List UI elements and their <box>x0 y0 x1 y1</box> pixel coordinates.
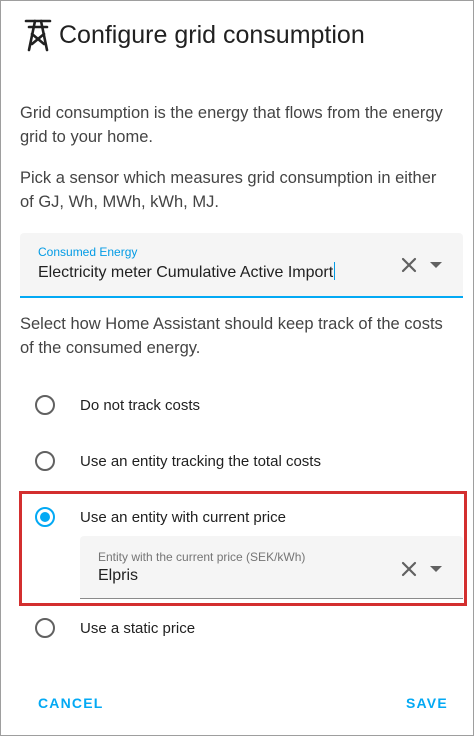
sensor-hint-text: Pick a sensor which measures grid consum… <box>20 169 437 211</box>
clear-icon[interactable] <box>399 559 419 579</box>
clear-icon[interactable] <box>399 255 419 275</box>
transmission-tower-icon <box>24 19 52 52</box>
cancel-button[interactable]: CANCEL <box>38 695 104 711</box>
radio-option-no-costs[interactable]: Do not track costs <box>35 391 200 419</box>
current-price-entity-field[interactable]: Entity with the current price (SEK/kWh) … <box>80 536 463 599</box>
radio-label: Use a static price <box>80 619 196 637</box>
radio-label: Do not track costs <box>80 396 201 414</box>
text-caret <box>334 262 336 280</box>
radio-label: Use an entity with current price <box>80 508 286 526</box>
dialog: Configure grid consumption Grid consumpt… <box>0 0 474 736</box>
cost-hint-text: Select how Home Assistant should keep tr… <box>20 315 443 357</box>
radio-button[interactable] <box>35 618 55 638</box>
dialog-header: Configure grid consumption <box>23 15 365 55</box>
current-price-entity-value[interactable]: Elpris <box>98 567 138 585</box>
current-price-entity-label: Entity with the current price (SEK/kWh) <box>98 550 306 564</box>
radio-option-static-price[interactable]: Use a static price <box>35 614 195 642</box>
save-button[interactable]: SAVE <box>406 695 448 711</box>
chevron-down-icon[interactable] <box>429 261 443 269</box>
radio-option-total-costs-entity[interactable]: Use an entity tracking the total costs <box>35 447 321 475</box>
radio-option-current-price-entity[interactable]: Use an entity with current price <box>35 503 286 531</box>
chevron-down-icon[interactable] <box>429 565 443 573</box>
dialog-title: Configure grid consumption <box>59 20 365 49</box>
intro-text: Grid consumption is the energy that flow… <box>20 104 443 146</box>
consumed-energy-value: Electricity meter Cumulative Active Impo… <box>38 264 334 281</box>
radio-button[interactable] <box>35 451 55 471</box>
radio-label: Use an entity tracking the total costs <box>80 452 321 470</box>
radio-button-checked[interactable] <box>35 507 55 527</box>
consumed-energy-field[interactable]: Consumed Energy Electricity meter Cumula… <box>20 233 463 298</box>
consumed-energy-label: Consumed Energy <box>38 245 138 259</box>
consumed-energy-input[interactable]: Electricity meter Cumulative Active Impo… <box>38 262 336 282</box>
radio-button[interactable] <box>35 395 55 415</box>
